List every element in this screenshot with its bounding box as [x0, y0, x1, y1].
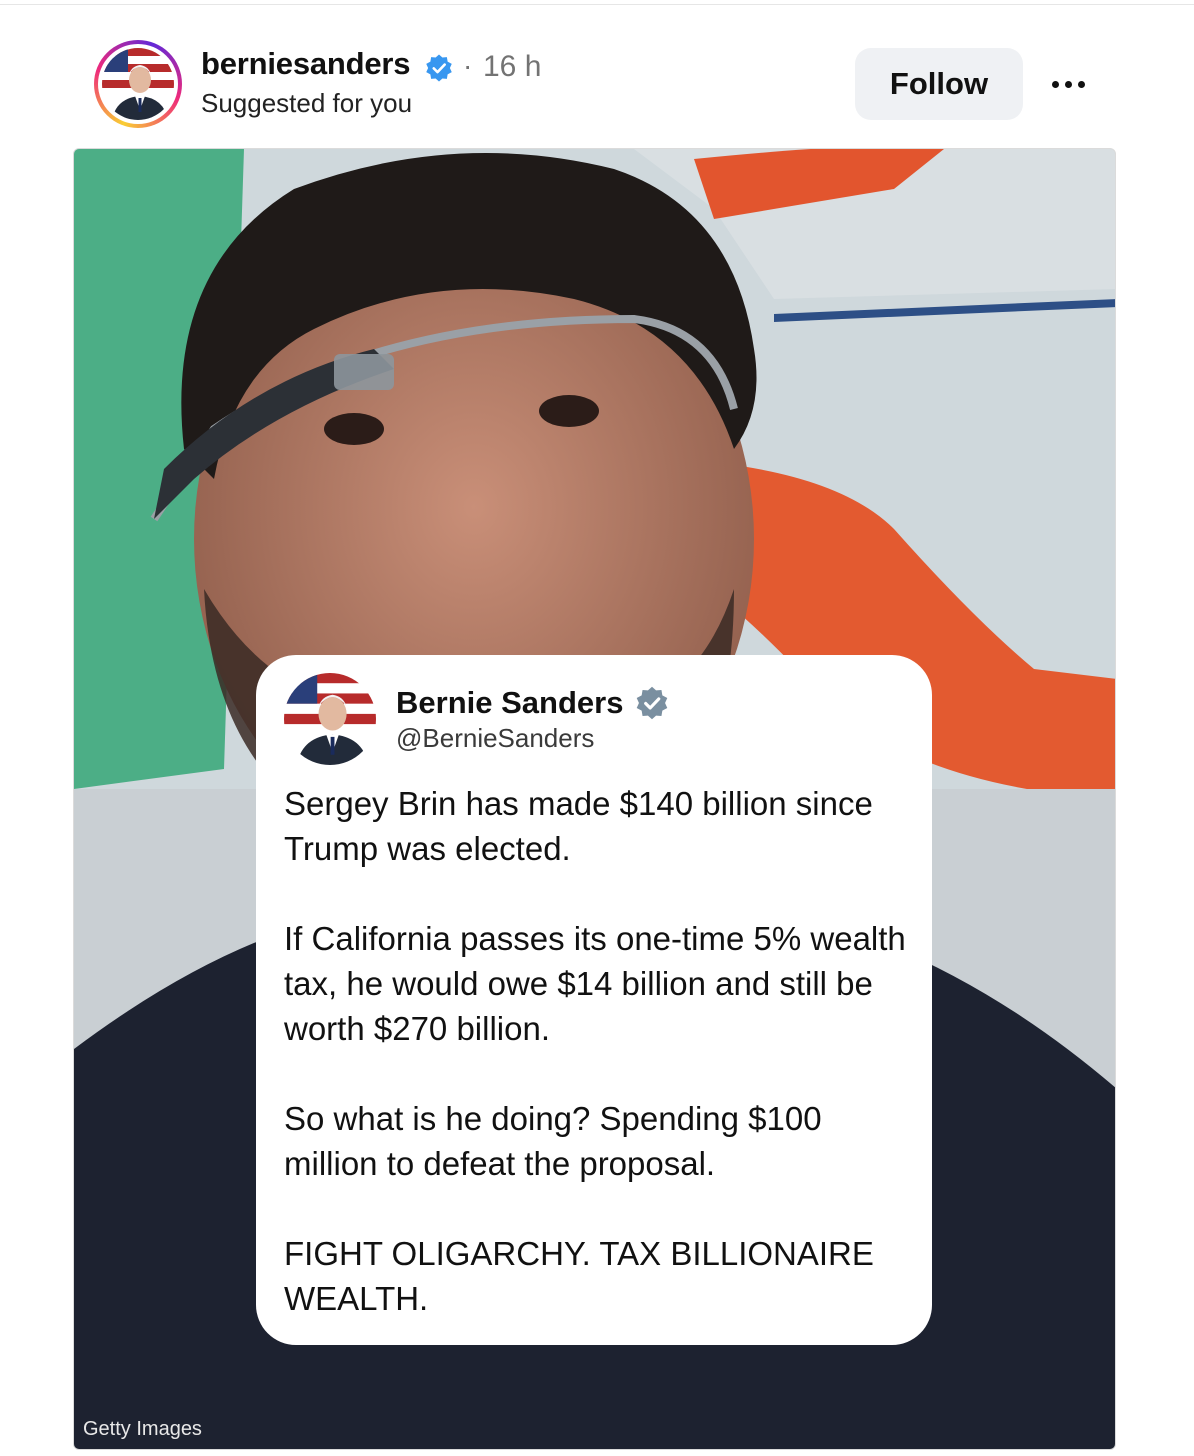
tweet-text: Sergey Brin has made $140 billion since …: [284, 781, 914, 1321]
tweet-author-name: Bernie Sanders: [396, 685, 624, 720]
more-horizontal-icon[interactable]: [1044, 66, 1092, 102]
image-credit: Getty Images: [83, 1418, 202, 1440]
follow-button[interactable]: Follow: [855, 48, 1023, 120]
profile-avatar[interactable]: [94, 40, 182, 128]
verified-badge-icon: [426, 54, 452, 82]
tweet-avatar: [284, 673, 376, 765]
tweet-paragraph: If California passes its one-time 5% wea…: [284, 920, 906, 1047]
separator-dot: ·: [463, 50, 473, 81]
post-time: 16 h: [483, 50, 542, 83]
top-divider: [0, 4, 1194, 5]
username[interactable]: berniesanders: [201, 46, 411, 82]
quoted-tweet-card: Bernie Sanders @BernieSanders Sergey Bri…: [256, 655, 932, 1345]
tweet-handle: @BernieSanders: [396, 723, 595, 753]
tweet-paragraph: So what is he doing? Spending $100 milli…: [284, 1100, 822, 1182]
tweet-avatar-image: [284, 673, 376, 765]
suggested-label: Suggested for you: [201, 88, 413, 118]
tweet-verified-badge-icon: [636, 686, 668, 720]
tweet-paragraph: FIGHT OLIGARCHY. TAX BILLIONAIRE WEALTH.: [284, 1235, 874, 1317]
avatar-image: [102, 48, 174, 120]
tweet-paragraph: Sergey Brin has made $140 billion since …: [284, 785, 873, 867]
